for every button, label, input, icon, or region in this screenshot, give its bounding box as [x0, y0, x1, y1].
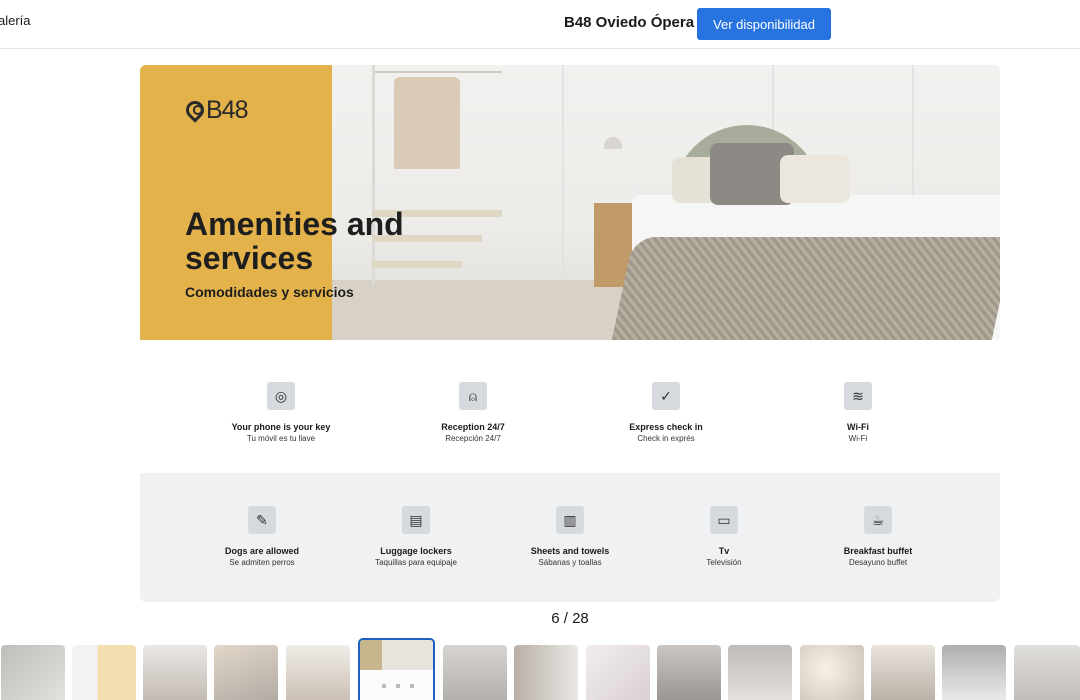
- banner-heading: Amenities and services: [185, 206, 404, 276]
- thumbnail[interactable]: [72, 645, 136, 700]
- amenity-item: ✓ Express check in Check in exprés: [576, 382, 756, 443]
- locker-icon: ▤: [402, 506, 430, 534]
- amenity-title: Dogs are allowed: [224, 546, 300, 556]
- thumbnail-strip[interactable]: [0, 638, 1080, 700]
- check-clock-icon: ✓: [652, 382, 680, 410]
- dog-icon: ✎: [248, 506, 276, 534]
- blanket: [610, 237, 1000, 340]
- amenity-subtitle: Taquillas para equipaje: [375, 558, 457, 567]
- thumbnail-dot: [410, 684, 414, 688]
- amenity-item: ▤ Luggage lockers Taquillas para equipaj…: [326, 506, 506, 567]
- wall-lamp-icon: [604, 137, 622, 149]
- amenity-item: ☕ Breakfast buffet Desayuno buffet: [788, 506, 968, 567]
- thumbnail[interactable]: [286, 645, 350, 700]
- amenity-item: ◎ Your phone is your key Tu móvil es tu …: [191, 382, 371, 443]
- location-pin-icon: [182, 97, 208, 123]
- thumbnail[interactable]: [214, 645, 278, 700]
- fingerprint-icon: ◎: [267, 382, 295, 410]
- towel-icon: ▥: [556, 506, 584, 534]
- thumbnail-preview-top: [360, 640, 433, 670]
- thumbnail[interactable]: [514, 645, 578, 700]
- thumbnail[interactable]: [586, 645, 650, 700]
- clothes-rack: [372, 65, 502, 73]
- thumbnail[interactable]: [1, 645, 65, 700]
- b48-logo: B48: [182, 95, 248, 124]
- amenity-subtitle: Se admiten perros: [229, 558, 295, 567]
- tv-icon: ▭: [710, 506, 738, 534]
- coffee-cup-icon: ☕: [864, 506, 892, 534]
- wifi-icon: ≋: [844, 382, 872, 410]
- amenities-row-primary: ◎ Your phone is your key Tu móvil es tu …: [140, 370, 1000, 465]
- amenity-item: ✎ Dogs are allowed Se admiten perros: [172, 506, 352, 567]
- hotel-name: B48 Oviedo Ópera: [564, 14, 695, 31]
- banner-subheading: Comodidades y servicios: [185, 284, 354, 300]
- logo-text: B48: [206, 95, 248, 124]
- thumbnail-active[interactable]: [358, 638, 435, 700]
- amenity-title: Reception 24/7: [441, 422, 505, 432]
- amenity-title: Express check in: [629, 422, 703, 432]
- amenity-title: Wi-Fi: [847, 422, 869, 432]
- gallery-main-image[interactable]: B48 Amenities and services Comodidades y…: [140, 65, 1000, 602]
- thumbnail-dot: [382, 684, 386, 688]
- thumbnail[interactable]: [143, 645, 207, 700]
- amenity-item: ≋ Wi-Fi Wi-Fi: [768, 382, 948, 443]
- amenities-banner: B48 Amenities and services Comodidades y…: [140, 65, 1000, 340]
- amenity-title: Luggage lockers: [380, 546, 452, 556]
- thumbnail[interactable]: [657, 645, 721, 700]
- amenity-subtitle: Wi-Fi: [848, 434, 868, 443]
- thumbnail[interactable]: [1014, 645, 1080, 700]
- pillow: [780, 155, 850, 203]
- thumbnail[interactable]: [871, 645, 935, 700]
- amenity-subtitle: Recepción 24/7: [445, 434, 501, 443]
- amenity-item: ▭ Tv Televisión: [634, 506, 814, 567]
- amenity-title: Breakfast buffet: [843, 546, 913, 556]
- amenity-title: Your phone is your key: [231, 422, 331, 432]
- amenity-subtitle: Desayuno buffet: [848, 558, 908, 567]
- bedroom-photo: [332, 65, 1000, 340]
- check-availability-button[interactable]: Ver disponibilidad: [697, 8, 831, 40]
- hanging-coat: [394, 77, 460, 169]
- amenity-subtitle: Tu móvil es tu llave: [246, 434, 316, 443]
- amenity-item: ⍝ Reception 24/7 Recepción 24/7: [383, 382, 563, 443]
- thumbnail[interactable]: [942, 645, 1006, 700]
- gallery-tab-label[interactable]: alería: [0, 13, 31, 28]
- thumbnail[interactable]: [728, 645, 792, 700]
- amenity-title: Tv: [718, 546, 730, 556]
- amenity-subtitle: Sábanas y toallas: [538, 558, 602, 567]
- amenity-item: ▥ Sheets and towels Sábanas y toallas: [480, 506, 660, 567]
- amenities-row-secondary: ✎ Dogs are allowed Se admiten perros ▤ L…: [140, 473, 1000, 602]
- amenity-subtitle: Televisión: [706, 558, 742, 567]
- bell-icon: ⍝: [459, 382, 487, 410]
- thumbnail-dot: [396, 684, 400, 688]
- amenity-title: Sheets and towels: [530, 546, 610, 556]
- thumbnail[interactable]: [800, 645, 864, 700]
- thumbnail[interactable]: [443, 645, 507, 700]
- amenity-subtitle: Check in exprés: [637, 434, 695, 443]
- top-bar: alería B48 Oviedo Ópera Ver disponibilid…: [0, 0, 1080, 49]
- image-counter: 6 / 28: [551, 610, 589, 627]
